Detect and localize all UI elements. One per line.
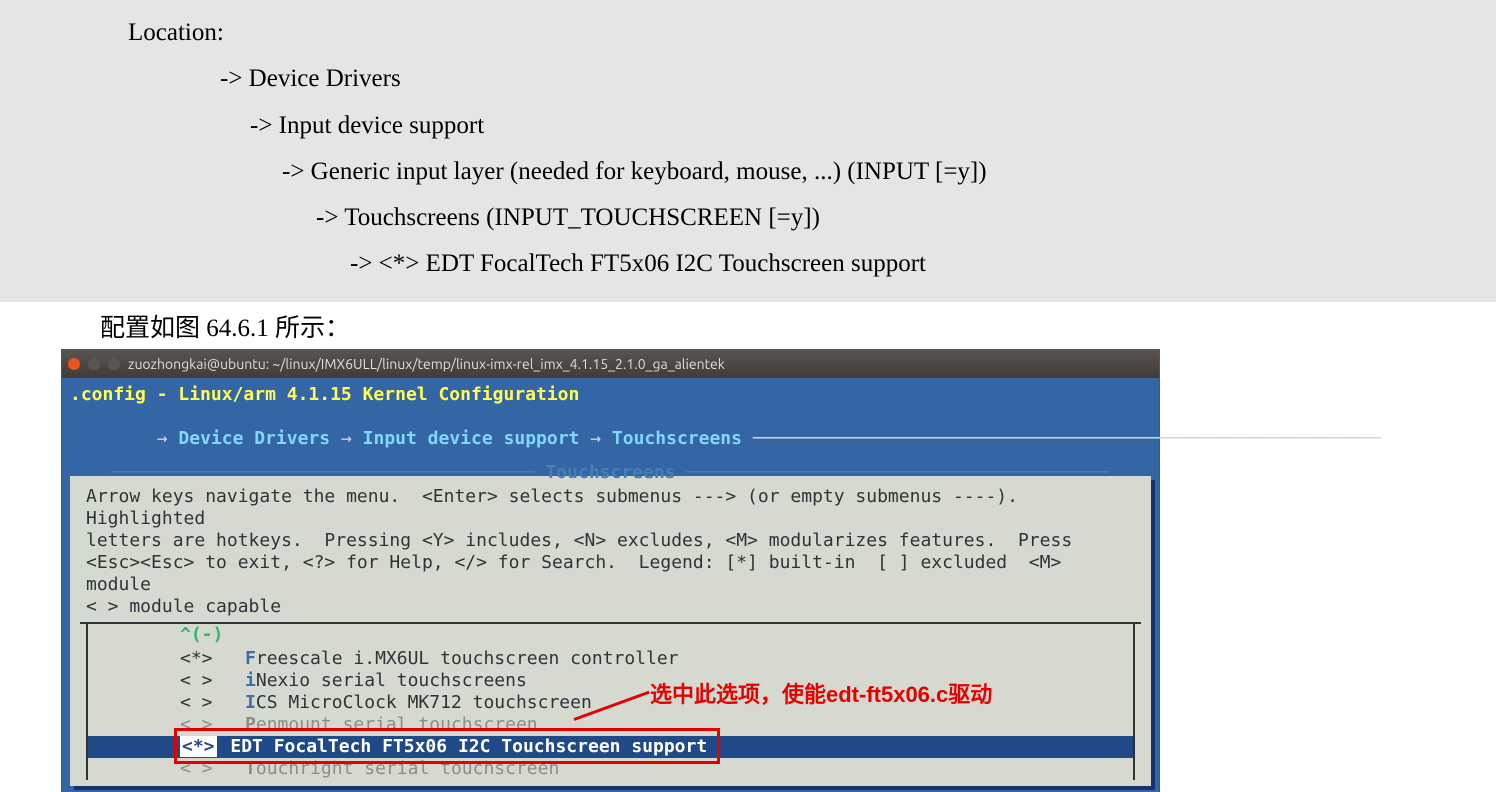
menuconfig-heading: ─────────────────────────────────────── … [80,462,1141,484]
window-close-icon[interactable] [68,358,80,370]
scroll-up-indicator: ^(-) [88,624,1133,646]
menuconfig-option[interactable]: < > Penmount serial touchscreen [88,714,1133,736]
terminal-title-text: zuozhongkai@ubuntu: ~/linux/IMX6ULL/linu… [128,353,725,375]
menuconfig-option[interactable]: <*> Freescale i.MX6UL touchscreen contro… [88,648,1133,670]
terminal-body: .config - Linux/arm 4.1.15 Kernel Config… [62,378,1159,792]
menuconfig-option[interactable]: < > Touchright serial touchscreen [88,758,1133,780]
location-line-5: -> <*> EDT FocalTech FT5x06 I2C Touchscr… [0,241,1496,287]
breadcrumb-seg-1: Device Drivers [178,428,330,449]
arrow-icon: → [157,428,168,449]
location-line-1: -> Device Drivers [0,56,1496,102]
location-line-3: -> Generic input layer (needed for keybo… [0,149,1496,195]
location-line-2: -> Input device support [0,103,1496,149]
figure-caption: 配置如图 64.6.1 所示： [0,302,1496,350]
kernel-config-title: .config - Linux/arm 4.1.15 Kernel Config… [70,384,1151,406]
breadcrumb-seg-3: Touchscreens [612,428,742,449]
annotation-text: 选中此选项，使能edt-ft5x06.c驱动 [650,684,992,706]
menuconfig-option-selected[interactable]: <*> EDT FocalTech FT5x06 I2C Touchscreen… [88,736,1133,758]
window-maximize-icon[interactable] [108,358,120,370]
menuconfig-list[interactable]: ^(-) <*> Freescale i.MX6UL touchscreen c… [86,624,1135,780]
location-heading: Location: [0,10,1496,56]
location-line-4: -> Touchscreens (INPUT_TOUCHSCREEN [=y]) [0,195,1496,241]
location-block: Location: -> Device Drivers -> Input dev… [0,0,1496,302]
document-page: Location: -> Device Drivers -> Input dev… [0,0,1496,792]
arrow-icon: → [590,428,601,449]
window-minimize-icon[interactable] [88,358,100,370]
terminal-titlebar: zuozhongkai@ubuntu: ~/linux/IMX6ULL/linu… [62,350,1159,378]
menuconfig-box: ─────────────────────────────────────── … [70,476,1151,786]
breadcrumb-seg-2: Input device support [363,428,580,449]
arrow-icon: → [341,428,352,449]
menuconfig-help: Arrow keys navigate the menu. <Enter> se… [80,486,1141,618]
terminal-window: zuozhongkai@ubuntu: ~/linux/IMX6ULL/linu… [62,350,1159,792]
